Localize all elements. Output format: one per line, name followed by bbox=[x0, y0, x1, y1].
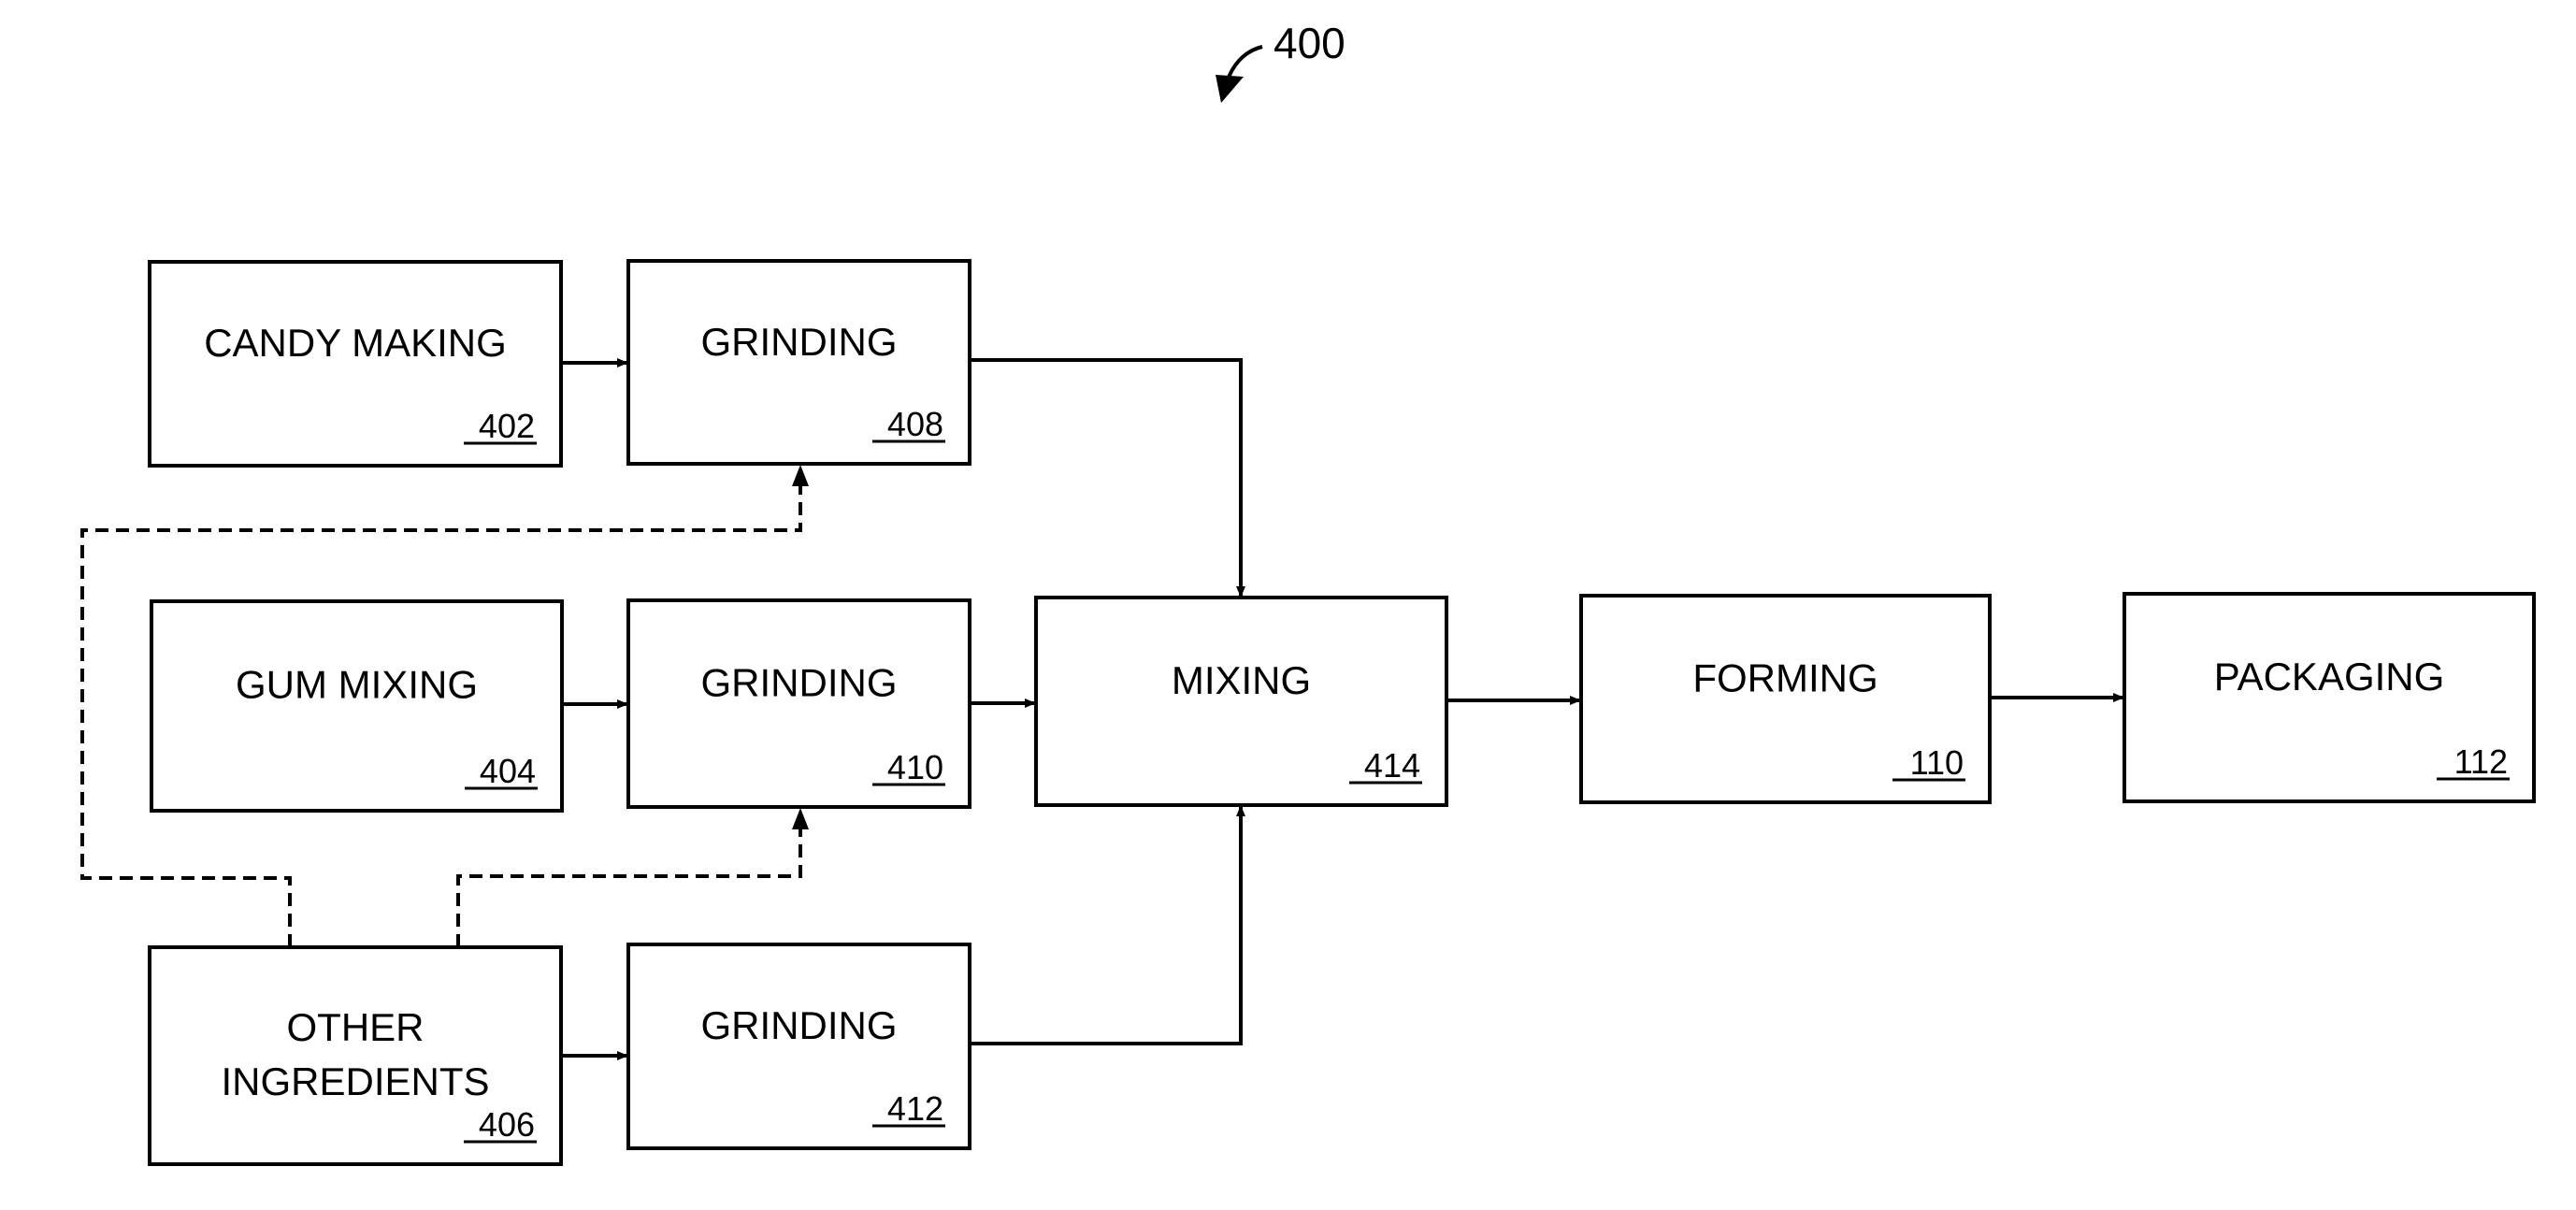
box-title: OTHER bbox=[287, 1005, 425, 1049]
dashed-other-to-grinding410 bbox=[456, 823, 802, 947]
box-reference-number: 414 bbox=[1364, 746, 1420, 785]
box-reference-number: 406 bbox=[479, 1105, 535, 1144]
box-other-ingredients: OTHER INGREDIENTS406 bbox=[148, 945, 563, 1166]
box-title: FORMING bbox=[1692, 655, 1878, 699]
process-boxes: CANDY MAKING402GRINDING408GUM MIXING404G… bbox=[148, 259, 2536, 1166]
box-reference-number: 410 bbox=[887, 748, 943, 786]
box-grinding-408: GRINDING 408 bbox=[626, 259, 971, 466]
box-reference-number: 402 bbox=[479, 407, 535, 445]
figure-number: 400 bbox=[1274, 19, 1346, 67]
box-grinding-412: GRINDING 412 bbox=[626, 943, 971, 1150]
box-title: GUM MIXING bbox=[236, 663, 478, 707]
process-flow-diagram: 400 CANDY MAKING 402 GRINDING 408 GUM MIXING… bbox=[80, 19, 2536, 1166]
box-title: MIXING bbox=[1172, 658, 1311, 702]
box-title: GRINDING bbox=[701, 320, 898, 364]
box-title: CANDY MAKING bbox=[204, 321, 507, 365]
box-packaging: PACKAGING 112 bbox=[2123, 592, 2536, 803]
box-title: PACKAGING bbox=[2214, 655, 2445, 699]
box-reference-number: 110 bbox=[1910, 743, 1964, 782]
figure-reference: 400 bbox=[1216, 19, 1346, 103]
box-title: GRINDING bbox=[701, 1003, 898, 1047]
box-mixing: MIXING 414 bbox=[1034, 596, 1448, 807]
box-title: INGREDIENTS bbox=[221, 1059, 489, 1103]
box-reference-number: 412 bbox=[887, 1089, 943, 1128]
arrow-grinding408-to-mixing bbox=[970, 358, 1245, 598]
box-forming: FORMING 110 bbox=[1579, 594, 1992, 804]
box-reference-number: 408 bbox=[887, 405, 943, 443]
box-reference-number: 404 bbox=[480, 752, 536, 790]
dashed-arrowhead-410-icon bbox=[792, 808, 809, 829]
arrow-grinding412-to-mixing bbox=[970, 805, 1245, 1045]
box-grinding-410: GRINDING 410 bbox=[626, 598, 971, 809]
box-candy-making: CANDY MAKING 402 bbox=[148, 260, 563, 468]
box-reference-number: 112 bbox=[2454, 742, 2508, 781]
figure-arrow-icon bbox=[1216, 75, 1244, 103]
dashed-arrowhead-408-icon bbox=[792, 465, 809, 486]
box-gum-mixing: GUM MIXING 404 bbox=[150, 599, 564, 813]
box-title: GRINDING bbox=[701, 660, 898, 704]
